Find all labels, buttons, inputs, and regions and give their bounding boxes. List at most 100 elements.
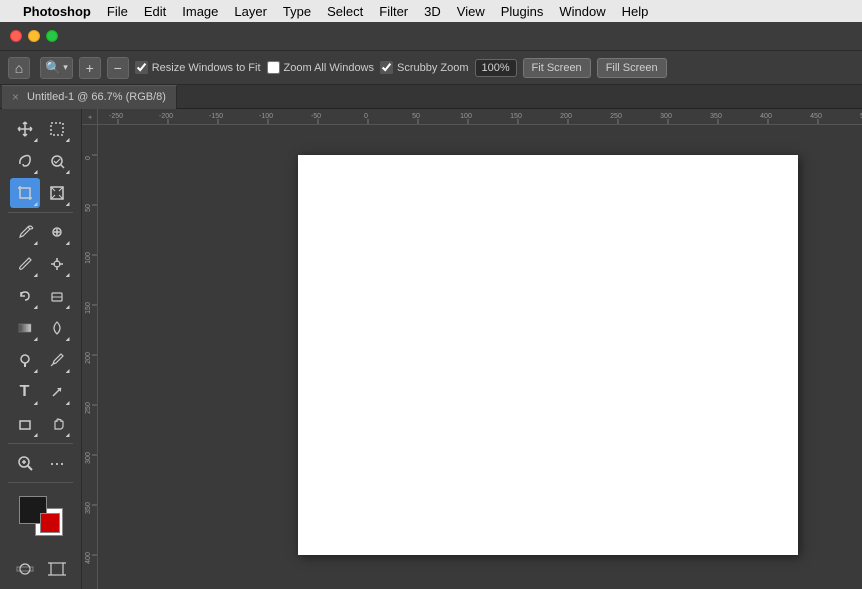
foreground-red-swatch[interactable] [40, 513, 60, 533]
tool-row-9: T [0, 376, 81, 408]
menu-edit[interactable]: Edit [137, 2, 173, 21]
fit-screen-button[interactable]: Fit Screen [523, 58, 591, 78]
tool-row-2 [0, 145, 81, 177]
text-tool[interactable]: T [10, 377, 40, 407]
svg-text:250: 250 [85, 402, 92, 414]
tool-row-6 [0, 280, 81, 312]
zoom-tool[interactable] [10, 448, 40, 478]
zoom-all-windows-checkbox[interactable] [267, 61, 280, 74]
menu-help[interactable]: Help [615, 2, 656, 21]
move-tool[interactable] [10, 114, 40, 144]
crop-tool[interactable] [10, 178, 40, 208]
menu-plugins[interactable]: Plugins [494, 2, 551, 21]
canvas-container[interactable] [98, 125, 862, 589]
resize-windows-group: Resize Windows to Fit [135, 61, 261, 74]
svg-text:300: 300 [85, 452, 92, 464]
ruler-vertical: 0 50 100 150 200 250 300 350 400 [82, 125, 98, 589]
menu-bar: Photoshop File Edit Image Layer Type Sel… [0, 0, 862, 22]
main-area: T ··· [0, 109, 862, 589]
healing-brush-tool[interactable] [42, 217, 72, 247]
ruler-horizontal: -250 -200 -150 -100 -50 0 50 100 [98, 109, 862, 125]
zoom-in-button[interactable]: + [79, 57, 101, 79]
hand-tool[interactable] [42, 409, 72, 439]
canvas-area[interactable]: ◂ -250 -200 -150 -100 -50 [82, 109, 862, 589]
tool-row-10 [0, 408, 81, 440]
options-bar: ⌂ 🔍 ▾ + − Resize Windows to Fit Zoom All… [0, 50, 862, 85]
menu-photoshop[interactable]: Photoshop [16, 2, 98, 21]
fill-screen-button[interactable]: Fill Screen [597, 58, 667, 78]
eyedropper-tool[interactable] [10, 217, 40, 247]
scrubby-zoom-checkbox[interactable] [380, 61, 393, 74]
document-tab[interactable]: × Untitled-1 @ 66.7% (RGB/8) [2, 85, 177, 109]
dodge-tool[interactable] [10, 345, 40, 375]
clone-stamp-tool[interactable] [42, 249, 72, 279]
more-tools[interactable]: ··· [42, 448, 72, 478]
document-tab-title: Untitled-1 @ 66.7% (RGB/8) [27, 91, 166, 103]
tool-separator-1 [8, 212, 73, 213]
zoom-percent-input[interactable]: 100% [475, 59, 517, 77]
menu-view[interactable]: View [450, 2, 492, 21]
quick-selection-tool[interactable] [42, 146, 72, 176]
svg-text:0: 0 [85, 156, 92, 160]
blur-tool[interactable] [42, 313, 72, 343]
svg-text:150: 150 [510, 113, 522, 120]
svg-text:100: 100 [85, 252, 92, 264]
canvas[interactable] [298, 155, 798, 555]
menu-file[interactable]: File [100, 2, 135, 21]
tab-close-button[interactable]: × [12, 90, 19, 104]
menu-select[interactable]: Select [320, 2, 370, 21]
ruler-corner-icon: ◂ [88, 113, 92, 121]
pen-tool[interactable] [42, 345, 72, 375]
close-button[interactable] [10, 30, 22, 42]
menu-3d[interactable]: 3D [417, 2, 448, 21]
resize-windows-label: Resize Windows to Fit [152, 62, 261, 74]
history-brush-tool[interactable] [10, 281, 40, 311]
tool-row-11: ··· [0, 447, 81, 479]
tool-separator-3 [8, 482, 73, 483]
svg-text:0: 0 [364, 113, 368, 120]
menu-type[interactable]: Type [276, 2, 318, 21]
home-button[interactable]: ⌂ [8, 57, 30, 79]
gradient-tool[interactable] [10, 313, 40, 343]
ruler-h-inner: -250 -200 -150 -100 -50 0 50 100 [98, 109, 862, 124]
tool-row-3 [0, 177, 81, 209]
tool-separator-2 [8, 443, 73, 444]
svg-text:-150: -150 [209, 113, 223, 120]
tool-row-5 [0, 248, 81, 280]
ruler-h-svg: -250 -200 -150 -100 -50 0 50 100 [98, 109, 862, 125]
resize-windows-checkbox[interactable] [135, 61, 148, 74]
svg-text:-200: -200 [159, 113, 173, 120]
svg-text:-100: -100 [259, 113, 273, 120]
frame-tool[interactable] [42, 178, 72, 208]
menu-layer[interactable]: Layer [227, 2, 274, 21]
shape-tool[interactable] [10, 409, 40, 439]
brush-tool[interactable] [10, 249, 40, 279]
menu-filter[interactable]: Filter [372, 2, 415, 21]
eraser-tool[interactable] [42, 281, 72, 311]
svg-text:250: 250 [610, 113, 622, 120]
title-bar [0, 22, 862, 50]
toolbar: T ··· [0, 109, 82, 589]
maximize-button[interactable] [46, 30, 58, 42]
lasso-tool[interactable] [10, 146, 40, 176]
svg-text:400: 400 [85, 552, 92, 564]
ruler-corner[interactable]: ◂ [82, 109, 98, 125]
zoom-dropdown-arrow: ▾ [63, 62, 68, 73]
path-selection-tool[interactable] [42, 377, 72, 407]
svg-text:-50: -50 [311, 113, 321, 120]
svg-text:50: 50 [412, 113, 420, 120]
svg-text:350: 350 [85, 502, 92, 514]
quick-mask-button[interactable] [11, 555, 39, 583]
svg-text:100: 100 [460, 113, 472, 120]
artboard-button[interactable] [43, 555, 71, 583]
svg-text:200: 200 [85, 352, 92, 364]
tab-bar: × Untitled-1 @ 66.7% (RGB/8) [0, 85, 862, 109]
svg-text:-250: -250 [109, 113, 123, 120]
menu-window[interactable]: Window [552, 2, 612, 21]
zoom-out-button[interactable]: − [107, 57, 129, 79]
zoom-icon: 🔍 [45, 60, 61, 76]
zoom-tool-selector[interactable]: 🔍 ▾ [40, 57, 73, 79]
minimize-button[interactable] [28, 30, 40, 42]
marquee-tool[interactable] [42, 114, 72, 144]
menu-image[interactable]: Image [175, 2, 225, 21]
